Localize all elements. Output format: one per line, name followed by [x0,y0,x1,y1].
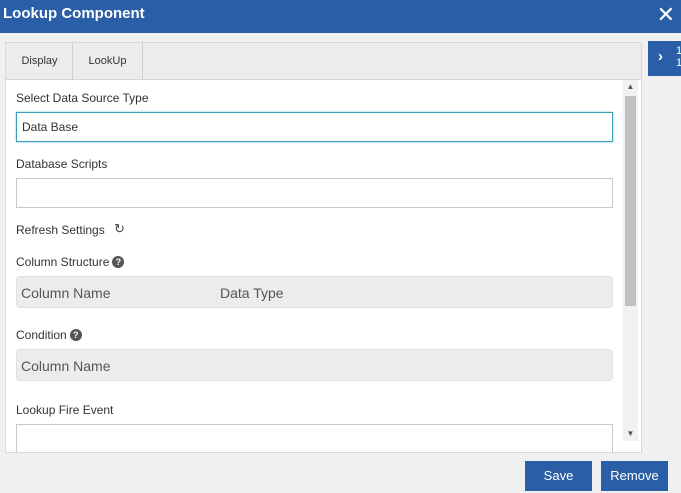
condition-grid-header: Column Name [16,349,613,381]
close-icon[interactable]: ✕ [657,3,675,27]
data-source-label: Select Data Source Type [16,91,149,105]
tab-bar: Display LookUp [6,43,641,80]
condition-label-text: Condition [16,328,67,342]
data-source-input[interactable] [16,112,613,142]
side-panel-toggle[interactable]: › 1 1 [648,41,681,76]
refresh-icon[interactable]: ↻ [114,221,125,237]
refresh-settings-label: Refresh Settings [16,223,105,237]
condition-column-name-header: Column Name [21,358,111,374]
help-icon[interactable]: ? [69,329,82,341]
side-panel-label: 1 1 [676,45,681,69]
column-name-header: Column Name [21,285,111,301]
save-button[interactable]: Save [525,461,592,491]
column-structure-grid-header: Column Name Data Type [16,276,613,308]
database-scripts-label: Database Scripts [16,157,108,171]
lookup-settings-panel: Display LookUp Select Data Source Type D… [5,42,642,453]
column-structure-label: Column Structure? [16,255,125,269]
help-icon[interactable]: ? [112,256,125,268]
lookup-fire-event-label: Lookup Fire Event [16,403,114,417]
scroll-down-arrow-icon[interactable]: ▼ [623,427,638,441]
lookup-fire-event-input[interactable] [16,424,613,452]
vertical-scrollbar[interactable]: ▲ ▼ [623,80,638,441]
chevron-right-icon: › [658,48,663,65]
database-scripts-input[interactable] [16,178,613,208]
dialog-title: Lookup Component [3,5,145,22]
tab-lookup[interactable]: LookUp [73,43,143,79]
scrollbar-thumb[interactable] [625,96,636,306]
condition-label: Condition? [16,328,82,342]
data-type-header: Data Type [220,285,284,301]
dialog-title-bar: Lookup Component ✕ [0,0,681,33]
column-structure-label-text: Column Structure [16,255,110,269]
scroll-up-arrow-icon[interactable]: ▲ [623,80,638,94]
remove-button[interactable]: Remove [601,461,668,491]
tab-display[interactable]: Display [7,43,73,79]
